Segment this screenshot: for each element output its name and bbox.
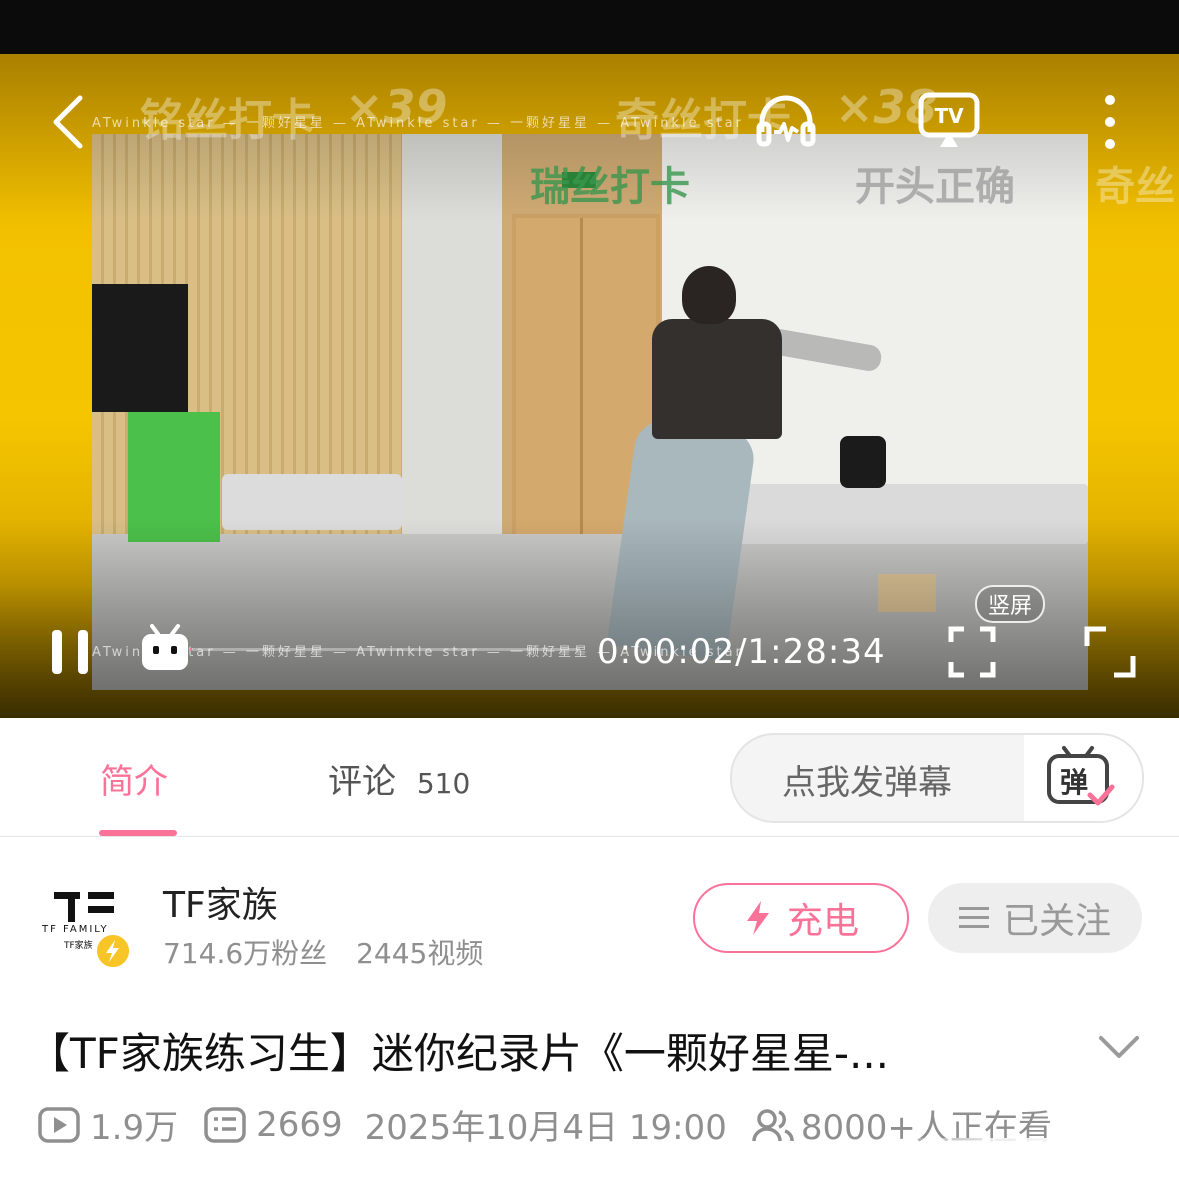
uploader-avatar[interactable]: TF FAMILY TF家族 [40,880,132,970]
danmaku-send-icon[interactable]: 弹 [1046,745,1115,809]
verified-lightning-icon [94,932,132,970]
charge-label: 充电 [786,901,859,942]
vertical-screen-label: 竖屏 [987,594,1032,619]
status-bar [0,0,1179,54]
avatar-logo-text: TF FAMILY [42,924,109,935]
expand-chevron-icon[interactable] [1098,1032,1140,1062]
pause-icon[interactable] [50,628,90,676]
menu-lines-icon [958,907,989,928]
danmaku-input[interactable]: 点我发弹幕 弹 [730,733,1144,823]
more-icon[interactable] [1100,94,1120,150]
tab-comments[interactable]: 评论 510 [328,754,470,803]
danmaku-count-icon [204,1106,246,1143]
watermark-count: ×39 [345,80,448,134]
tab-intro[interactable]: 简介 [100,754,168,803]
view-count: 1.9万 [90,1108,179,1148]
watching-people-icon [752,1108,794,1141]
lightning-icon [746,901,769,935]
tab-active-indicator [99,830,177,836]
video-title[interactable]: 【TF家族练习生】迷你纪录片《一颗好星星-... [28,1020,889,1081]
watermark-text: 瑞丝打卡 [530,164,690,210]
video-player[interactable]: ATwinkle star — 一颗好星星 — ATwinkle star — … [0,54,1179,718]
avatar-logo-sub: TF家族 [64,941,93,951]
watermark-text: 铭丝打卡 [140,95,316,146]
uploader-stats: 714.6万粉丝 2445视频 [163,932,483,972]
publish-date: 2025年10月4日 19:00 [364,1108,727,1148]
progress-fill [190,648,192,651]
bottom-fade [880,1138,1179,1181]
tab-comments-label: 评论 [328,762,396,802]
watermark-text: 奇丝 [1095,164,1175,210]
vertical-screen-button[interactable]: 竖屏 [975,585,1045,623]
uploader-row: TF FAMILY TF家族 TF家族 714.6万粉丝 2445视频 充电 已… [0,850,1179,990]
play-count-icon [38,1106,80,1143]
danmaku-send-area[interactable]: 弹 [1024,735,1142,821]
svg-text:TV: TV [934,104,964,128]
danmaku-icon-label: 弹 [1060,766,1089,799]
danmaku-toggle-icon[interactable] [140,624,190,672]
watermark-caption: 开头正确 [855,164,1015,210]
follow-label: 已关注 [1002,901,1111,942]
headphones-icon[interactable] [756,92,816,148]
charge-button[interactable]: 充电 [693,883,909,953]
danmaku-count: 2669 [256,1104,343,1145]
fullscreen-icon[interactable] [948,626,996,678]
back-icon[interactable] [48,92,92,152]
progress-bar[interactable] [190,648,580,651]
comments-count: 510 [416,767,471,800]
time-display: 0:00:02/1:28:34 [597,632,886,672]
video-count: 2445视频 [356,937,484,970]
danmaku-placeholder: 点我发弹幕 [782,763,952,803]
fans-count: 714.6万粉丝 [163,937,328,970]
cast-tv-icon[interactable]: TV [918,92,980,150]
uploader-name[interactable]: TF家族 [163,876,278,928]
landscape-icon[interactable] [1084,626,1136,678]
follow-button[interactable]: 已关注 [928,883,1142,953]
